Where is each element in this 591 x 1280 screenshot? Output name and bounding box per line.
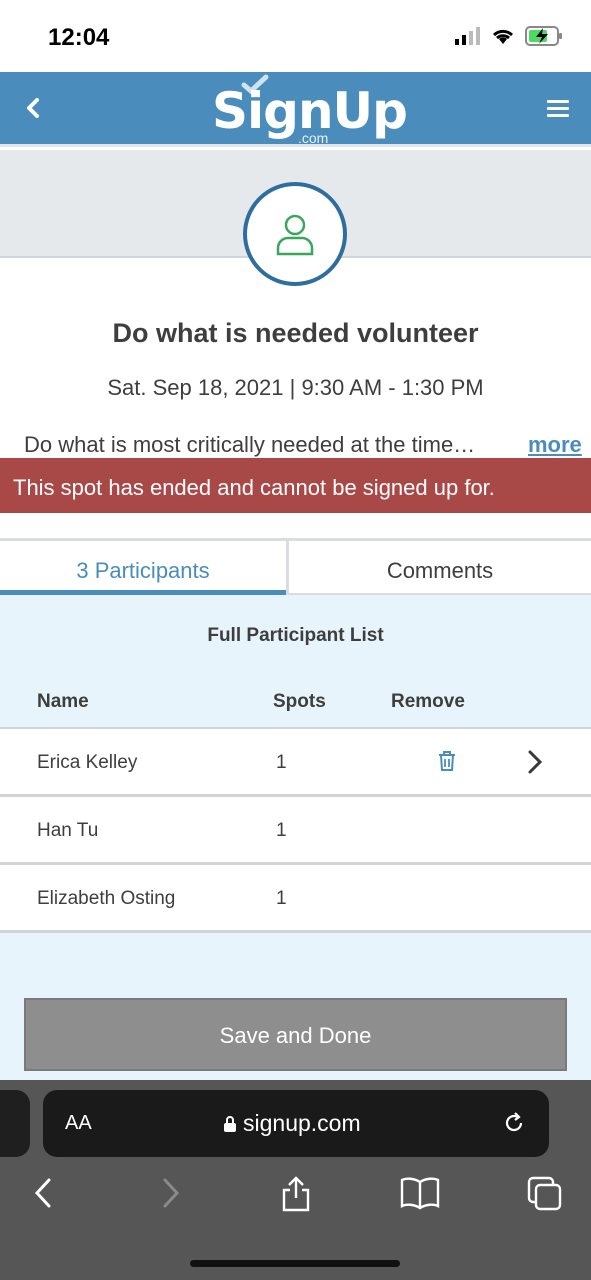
address-bar[interactable]: AA signup.com: [43, 1090, 549, 1157]
table-row: Elizabeth Osting 1: [0, 865, 591, 933]
app-header: SignUp .com: [0, 72, 591, 147]
tab-participants[interactable]: 3 Participants: [0, 541, 286, 595]
home-indicator: [190, 1260, 400, 1267]
url-text: signup.com: [243, 1110, 361, 1136]
participant-spots: 1: [276, 888, 287, 909]
signup-logo[interactable]: SignUp .com: [212, 74, 408, 146]
bookmarks-icon[interactable]: [400, 1176, 440, 1210]
more-link[interactable]: more: [528, 432, 582, 458]
logo-suffix: .com: [298, 130, 329, 146]
status-time: 12:04: [48, 24, 110, 51]
status-bar: 12:04: [0, 0, 591, 72]
browser-toolbar: AA signup.com: [0, 1080, 591, 1280]
participant-name: Han Tu: [37, 820, 99, 841]
back-icon[interactable]: [20, 92, 46, 124]
event-datetime: Sat. Sep 18, 2021 | 9:30 AM - 1:30 PM: [107, 375, 484, 400]
column-header-remove: Remove: [391, 691, 465, 712]
table-row[interactable]: Erica Kelley 1: [0, 729, 591, 797]
hamburger-menu-icon[interactable]: [547, 100, 569, 118]
trash-icon[interactable]: [437, 750, 457, 772]
participant-rows: Erica Kelley 1 Han Tu 1 Elizabeth Osting…: [0, 729, 591, 933]
tab-comments[interactable]: Comments: [286, 541, 591, 595]
reload-icon[interactable]: [501, 1110, 527, 1136]
save-and-done-button[interactable]: Save and Done: [24, 998, 567, 1071]
participant-name: Erica Kelley: [37, 752, 138, 773]
text-size-button[interactable]: AA: [65, 1112, 92, 1135]
participant-spots: 1: [276, 752, 287, 773]
previous-tab-pill[interactable]: [0, 1090, 30, 1157]
cellular-signal-icon: [455, 27, 480, 45]
participant-list-title: Full Participant List: [207, 625, 384, 646]
column-header-name: Name: [37, 691, 89, 712]
battery-charging-icon: [525, 26, 562, 46]
tab-bar: 3 Participants Comments: [0, 538, 591, 595]
user-icon: [276, 214, 314, 256]
participant-spots: 1: [276, 820, 287, 841]
back-arrow-icon[interactable]: [32, 1176, 54, 1210]
wifi-icon: [492, 29, 514, 44]
event-title: Do what is needed volunteer: [112, 318, 479, 348]
share-icon[interactable]: [280, 1176, 312, 1212]
lock-icon: [224, 1115, 236, 1132]
event-description: Do what is most critically needed at the…: [24, 432, 476, 457]
chevron-right-icon[interactable]: [526, 749, 544, 775]
table-row: Han Tu 1: [0, 797, 591, 865]
avatar: [243, 182, 347, 286]
ended-alert: This spot has ended and cannot be signed…: [0, 458, 591, 513]
participant-name: Elizabeth Osting: [37, 888, 176, 909]
forward-arrow-icon[interactable]: [160, 1176, 182, 1210]
column-header-spots: Spots: [273, 691, 326, 712]
tabs-icon[interactable]: [527, 1176, 563, 1212]
